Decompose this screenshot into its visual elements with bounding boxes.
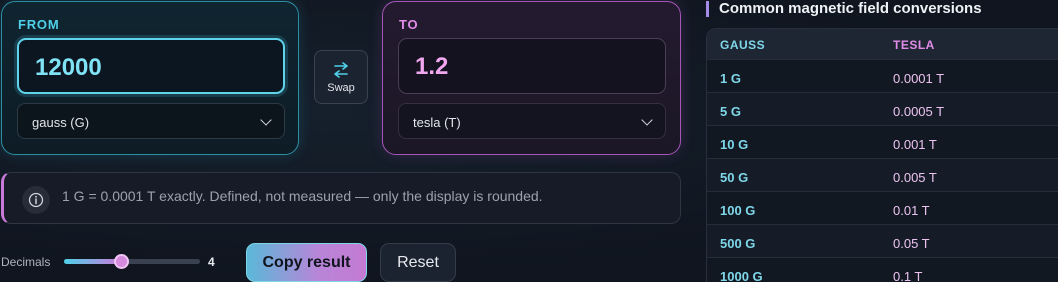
from-value-input[interactable]: 12000	[17, 38, 285, 94]
gauss-column-header: GAUSS	[720, 38, 766, 52]
conversion-table: GAUSS TESLA 1 G 0.0001 T 5 G 0.0005 T 10 G 0.…	[706, 28, 1058, 282]
to-panel: TO 1.2 tesla (T)	[382, 1, 681, 155]
table-row: 5 G 0.0005 T	[707, 92, 1058, 125]
info-icon	[22, 186, 50, 214]
gauss-cell: 5 G	[720, 104, 741, 119]
table-row: 50 G 0.005 T	[707, 158, 1058, 191]
swap-button[interactable]: Swap	[314, 50, 368, 104]
chevron-down-icon	[641, 114, 653, 126]
from-unit-value: gauss (G)	[32, 115, 90, 130]
tesla-cell: 0.1 T	[893, 269, 923, 282]
to-unit-select[interactable]: tesla (T)	[398, 103, 666, 139]
tesla-cell: 0.0005 T	[893, 104, 945, 119]
from-unit-select[interactable]: gauss (G)	[17, 103, 285, 139]
copy-result-button[interactable]: Copy result	[246, 243, 367, 282]
table-row: 10 G 0.001 T	[707, 125, 1058, 158]
table-header: GAUSS TESLA	[707, 29, 1058, 59]
to-label: TO	[399, 17, 419, 32]
tesla-cell: 0.01 T	[893, 203, 930, 218]
tesla-cell: 0.05 T	[893, 236, 930, 251]
tesla-column-header: TESLA	[893, 38, 935, 52]
from-panel: FROM 12000 gauss (G)	[1, 1, 299, 155]
gauss-cell: 100 G	[720, 203, 756, 218]
decimals-label: Decimals	[1, 255, 51, 269]
gauss-cell: 1 G	[720, 71, 741, 86]
from-label: FROM	[18, 17, 60, 32]
to-value-output[interactable]: 1.2	[398, 38, 666, 94]
tesla-cell: 0.001 T	[893, 137, 937, 152]
reset-button[interactable]: Reset	[380, 243, 456, 282]
slider-fill	[64, 259, 122, 264]
gauss-cell: 50 G	[720, 170, 749, 185]
info-note: 1 G = 0.0001 T exactly. Defined, not mea…	[1, 172, 681, 224]
table-row: 1000 G 0.1 T	[707, 257, 1058, 282]
decimals-slider[interactable]	[64, 254, 200, 269]
table-row: 1 G 0.0001 T	[707, 59, 1058, 92]
info-text: 1 G = 0.0001 T exactly. Defined, not mea…	[62, 188, 543, 204]
tesla-cell: 0.005 T	[893, 170, 937, 185]
slider-thumb[interactable]	[114, 254, 130, 269]
chevron-down-icon	[260, 114, 272, 126]
gauss-cell: 10 G	[720, 137, 749, 152]
table-row: 100 G 0.01 T	[707, 191, 1058, 224]
decimals-value: 4	[208, 255, 215, 269]
table-body: 1 G 0.0001 T 5 G 0.0005 T 10 G 0.001 T 50 G 0.0…	[707, 59, 1058, 282]
gauss-cell: 1000 G	[720, 269, 763, 282]
gauss-cell: 500 G	[720, 236, 756, 251]
swap-label: Swap	[327, 82, 355, 94]
to-unit-value: tesla (T)	[413, 115, 461, 130]
table-title: Common magnetic field conversions	[706, 1, 982, 17]
table-row: 500 G 0.05 T	[707, 224, 1058, 257]
tesla-cell: 0.0001 T	[893, 71, 945, 86]
swap-arrows-icon	[334, 62, 348, 78]
